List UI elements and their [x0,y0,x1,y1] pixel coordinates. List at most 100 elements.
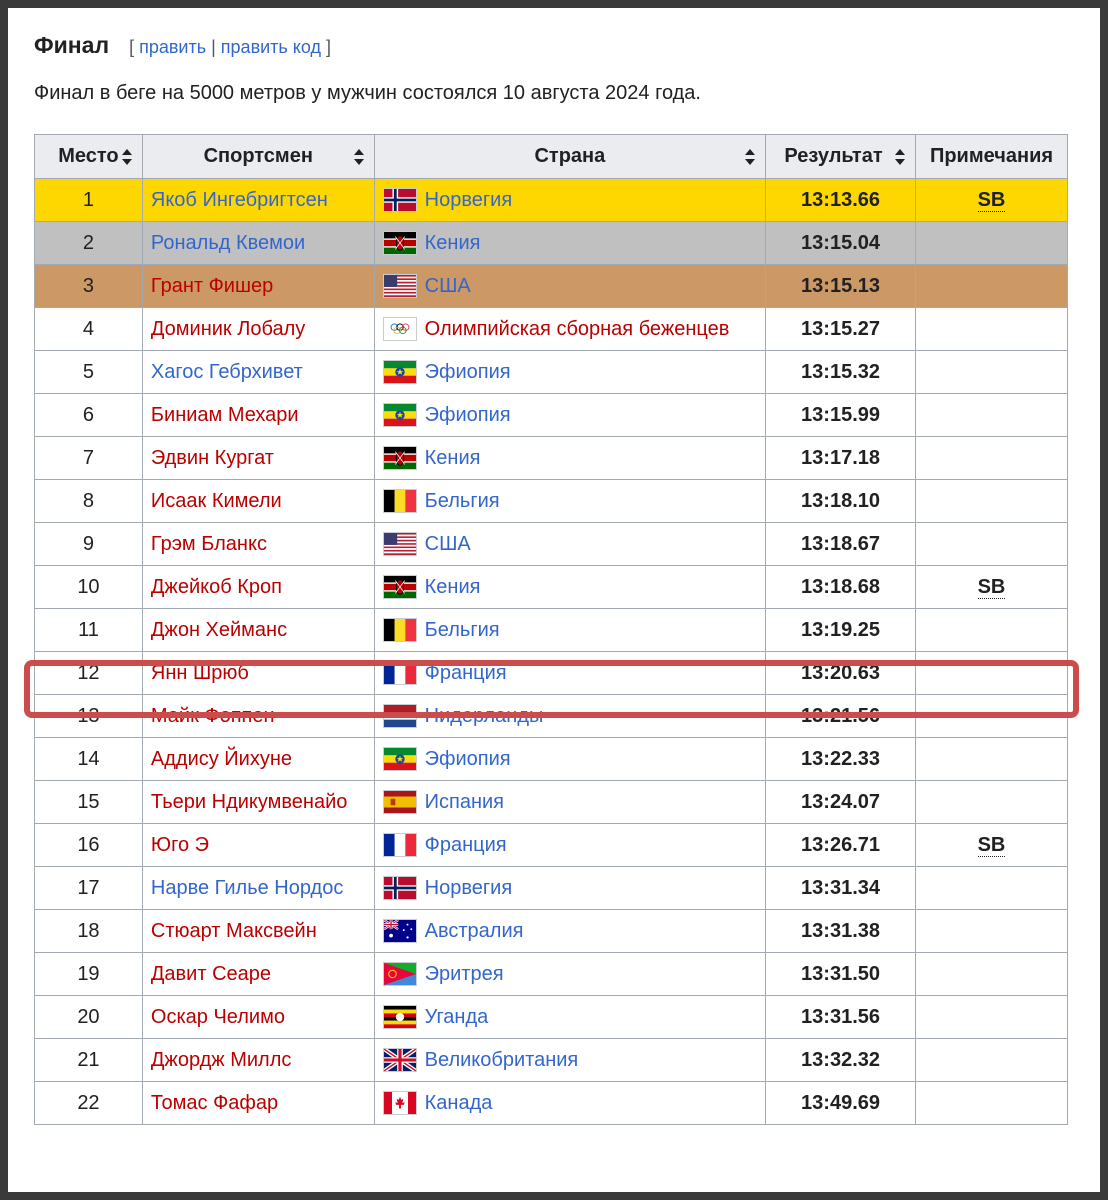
flag-belgium-icon[interactable] [382,489,417,513]
country-link[interactable]: Эфиопия [425,748,511,771]
athlete-link[interactable]: Джордж Миллс [151,1049,292,1071]
flag-eritrea-icon[interactable] [382,962,417,986]
flag-australia-icon[interactable] [382,919,417,943]
flag-norway-icon[interactable] [382,876,417,900]
athlete-link[interactable]: Юго Э [151,834,209,856]
flag-uganda-icon[interactable] [382,1005,417,1029]
flag-france-icon[interactable] [382,833,417,857]
column-header-athlete[interactable]: Спортсмен [141,134,375,179]
flag-kenya-icon[interactable] [382,231,417,255]
country-link[interactable]: Эфиопия [425,404,511,427]
athlete-link[interactable]: Аддису Йихуне [151,748,292,770]
country-wrap: Олимпийская сборная беженцев [382,317,757,341]
athlete-link[interactable]: Томас Фафар [151,1092,278,1114]
country-link[interactable]: Эритрея [425,963,504,986]
country-link[interactable]: Австралия [425,920,524,943]
country-link[interactable]: США [425,275,471,298]
flag-usa-icon[interactable] [382,274,417,298]
country-link[interactable]: Эфиопия [425,361,511,384]
flag-olympic-icon[interactable] [382,317,417,341]
cell-place: 4 [34,307,143,351]
country-link[interactable]: Бельгия [425,490,500,513]
flag-france-icon[interactable] [382,661,417,685]
cell-athlete: Юго Э [141,823,375,867]
column-header-country[interactable]: Страна [373,134,767,179]
country-link[interactable]: Кения [425,232,481,255]
country-link[interactable]: США [425,533,471,556]
country-link[interactable]: Норвегия [425,877,513,900]
athlete-link[interactable]: Джон Хейманс [151,619,287,641]
country-link[interactable]: Нидерланды [425,705,544,728]
athlete-link[interactable]: Исаак Кимели [151,490,282,512]
flag-spain-icon[interactable] [382,790,417,814]
season-best-abbr[interactable]: SB [977,575,1006,599]
flag-ethiopia-icon[interactable] [382,360,417,384]
cell-country: Франция [373,823,767,867]
country-link[interactable]: Кения [425,576,481,599]
table-row: 13 Майк Фоппен Нидерланды 13:21.56 [34,694,1068,738]
country-link[interactable]: Норвегия [425,189,513,212]
athlete-link[interactable]: Хагос Гебрхивет [151,361,303,383]
athlete-link[interactable]: Стюарт Максвейн [151,920,317,942]
athlete-link[interactable]: Биниам Мехари [151,404,299,426]
country-link[interactable]: Франция [425,662,507,685]
cell-result: 13:15.13 [765,264,916,308]
cell-place: 19 [34,952,143,996]
athlete-link[interactable]: Янн Шрюб [151,662,249,684]
athlete-link[interactable]: Рональд Квемои [151,232,305,254]
cell-athlete: Стюарт Максвейн [141,909,375,953]
table-row: 8 Исаак Кимели Бельгия 13:18.10 [34,479,1068,523]
athlete-link[interactable]: Доминик Лобалу [151,318,305,340]
country-link[interactable]: Уганда [425,1006,489,1029]
athlete-link[interactable]: Тьери Ндикумвенайо [151,791,348,813]
flag-kenya-icon[interactable] [382,446,417,470]
flag-canada-icon[interactable] [382,1091,417,1115]
cell-country: Кения [373,221,767,265]
cell-country: Эфиопия [373,393,767,437]
column-header-place[interactable]: Место [34,134,143,179]
sort-icon[interactable] [895,148,905,165]
sort-icon[interactable] [121,148,132,165]
column-header-notes: Примечания [915,134,1068,179]
edit-link[interactable]: править [139,37,206,57]
athlete-link[interactable]: Грэм Бланкс [151,533,267,555]
flag-norway-icon[interactable] [382,188,417,212]
cell-country: Кения [373,565,767,609]
country-link[interactable]: Бельгия [425,619,500,642]
athlete-link[interactable]: Майк Фоппен [151,705,275,727]
sort-icon[interactable] [353,148,364,165]
cell-athlete: Доминик Лобалу [141,307,375,351]
cell-notes [915,393,1068,437]
sort-icon[interactable] [745,148,756,165]
flag-ethiopia-icon[interactable] [382,747,417,771]
flag-uk-icon[interactable] [382,1048,417,1072]
season-best-abbr[interactable]: SB [977,188,1006,212]
athlete-link[interactable]: Давит Сеаре [151,963,271,985]
flag-kenya-icon[interactable] [382,575,417,599]
country-link[interactable]: Кения [425,447,481,470]
flag-ethiopia-icon[interactable] [382,403,417,427]
country-link[interactable]: Олимпийская сборная беженцев [425,318,730,341]
edit-links: [ править | править код ] [129,37,332,57]
athlete-link[interactable]: Нарве Гилье Нордос [151,877,343,899]
country-link[interactable]: Канада [425,1092,493,1115]
athlete-link[interactable]: Эдвин Кургат [151,447,274,469]
flag-netherlands-icon[interactable] [382,704,417,728]
cell-result: 13:24.07 [765,780,916,824]
cell-place: 14 [34,737,143,781]
season-best-abbr[interactable]: SB [977,833,1006,857]
country-link[interactable]: Испания [425,791,504,814]
cell-country: Уганда [373,995,767,1039]
flag-usa-icon[interactable] [382,532,417,556]
country-link[interactable]: Великобритания [425,1049,579,1072]
country-link[interactable]: Франция [425,834,507,857]
athlete-link[interactable]: Якоб Ингебригтсен [151,189,328,211]
edit-code-link[interactable]: править код [221,37,321,57]
athlete-link[interactable]: Джейкоб Кроп [151,576,282,598]
athlete-link[interactable]: Оскар Челимо [151,1006,285,1028]
athlete-link[interactable]: Грант Фишер [151,275,273,297]
cell-notes [915,651,1068,695]
flag-belgium-icon[interactable] [382,618,417,642]
country-wrap: США [382,274,757,298]
column-header-result[interactable]: Результат [765,134,916,179]
